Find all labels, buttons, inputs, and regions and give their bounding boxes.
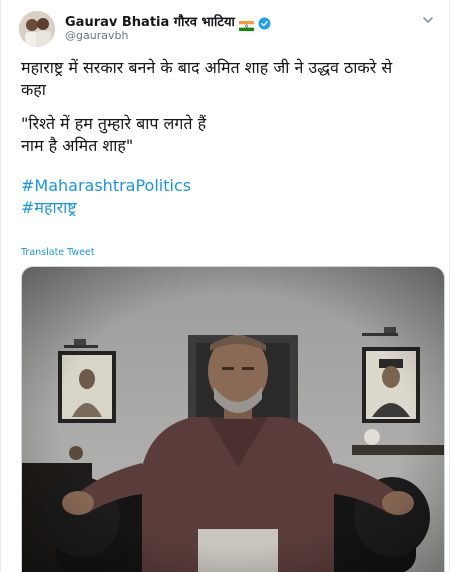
tweet-line: महाराष्ट्र में सरकार बनने के बाद अमित शा… (21, 58, 393, 77)
author-name-row[interactable]: Gaurav Bhatia गौरव भाटिया (65, 12, 271, 31)
tweet-line: नाम है अमित शाह" (21, 136, 134, 155)
hashtag-link[interactable]: #MaharashtraPolitics (21, 175, 436, 197)
tweet-card: Gaurav Bhatia गौरव भाटिया @gauravbh महार… (0, 0, 450, 572)
tweet-line: "रिश्ते में हम तुम्हारे बाप लगते हैं (21, 114, 207, 133)
hashtag-link[interactable]: #महाराष्ट्र (21, 197, 436, 219)
verified-badge-icon (258, 15, 271, 29)
author-handle[interactable]: @gauravbh (65, 29, 128, 42)
translate-tweet-link[interactable]: Translate Tweet (21, 247, 95, 258)
tweet-photo[interactable] (21, 266, 445, 572)
chevron-down-icon[interactable] (421, 12, 435, 26)
tweet-line: कहा (21, 80, 46, 99)
avatar[interactable] (19, 11, 55, 47)
display-name[interactable]: Gaurav Bhatia गौरव भाटिया (65, 12, 235, 30)
india-flag-icon (238, 16, 254, 31)
tweet-text: महाराष्ट्र में सरकार बनने के बाद अमित शा… (21, 57, 436, 219)
